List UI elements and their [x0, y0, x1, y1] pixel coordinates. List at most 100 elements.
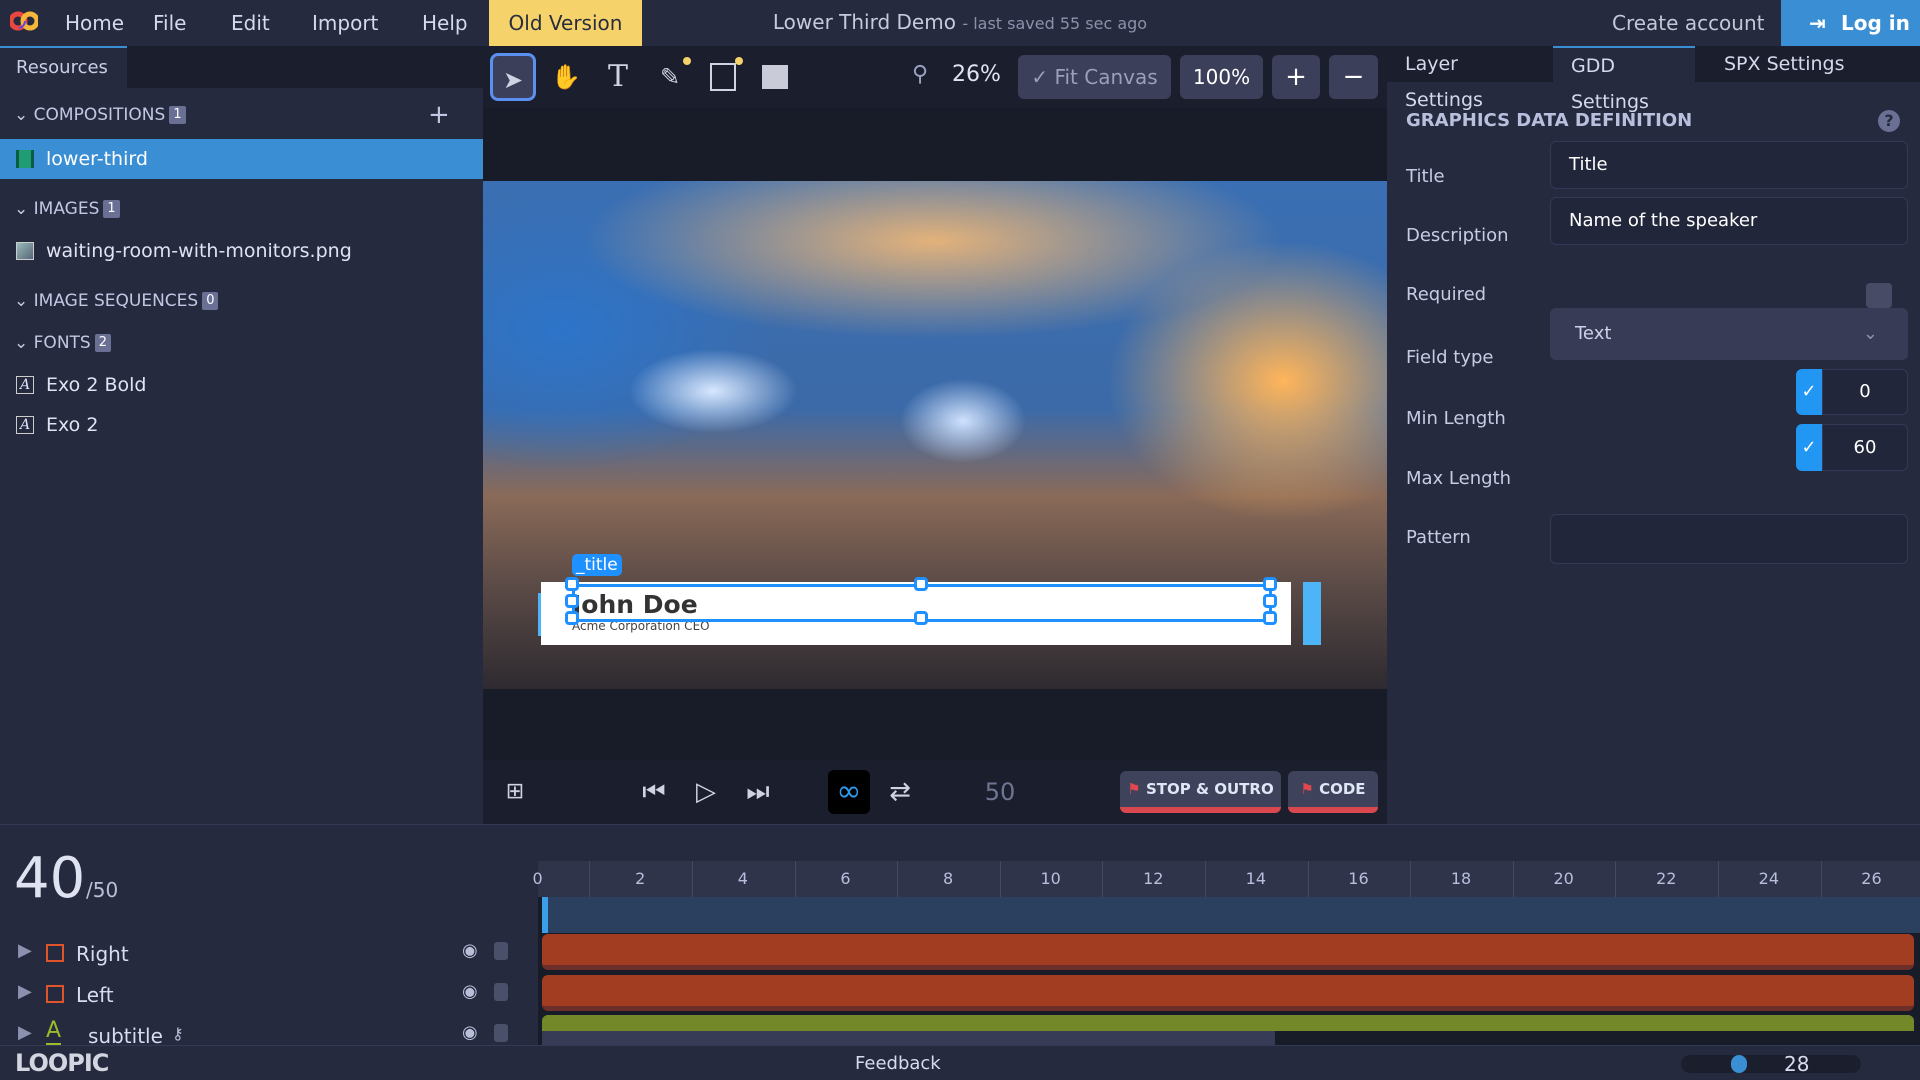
zoom-level: 26% — [952, 62, 1001, 87]
resize-handle[interactable] — [565, 594, 579, 608]
grid-icon[interactable]: ⊞ — [497, 770, 533, 814]
image-tool-icon[interactable] — [751, 53, 797, 101]
font-item[interactable]: A Exo 2 — [0, 405, 483, 445]
old-version-button[interactable]: Old Version — [489, 0, 642, 46]
timeline-zoom-slider[interactable] — [1681, 1055, 1861, 1073]
fit-canvas-button[interactable]: ✓ Fit Canvas — [1018, 55, 1171, 99]
track-bar-subtitle[interactable] — [542, 1015, 1914, 1031]
expand-caret-icon[interactable]: ▶ — [18, 981, 32, 1002]
layer-row[interactable]: ▶ Right ◉ — [0, 934, 530, 974]
right-bar[interactable] — [1303, 582, 1321, 645]
visibility-eye-icon[interactable]: ◉ — [462, 1022, 478, 1043]
repeat-icon[interactable]: ⇄ — [882, 770, 918, 814]
menu-import[interactable]: Import — [312, 0, 378, 46]
item-label: lower-third — [46, 148, 148, 170]
resize-handle[interactable] — [565, 611, 579, 625]
text-tool-icon[interactable]: T — [595, 53, 641, 101]
max-length-input[interactable]: 60 — [1822, 424, 1908, 471]
code-button[interactable]: ⚑ CODE — [1288, 771, 1378, 813]
play-icon[interactable]: ▷ — [688, 770, 724, 814]
track-bar-left[interactable] — [542, 975, 1914, 1011]
visibility-eye-icon[interactable]: ◉ — [462, 981, 478, 1002]
ruler-tick: 16 — [1348, 869, 1369, 888]
add-composition-button[interactable]: + — [428, 95, 450, 135]
pattern-input[interactable] — [1550, 514, 1908, 564]
lock-icon[interactable] — [494, 983, 508, 1001]
title-input[interactable]: Title — [1550, 141, 1908, 189]
zoom-in-button[interactable]: + — [1272, 55, 1320, 99]
menu-home[interactable]: Home — [65, 0, 124, 46]
lock-icon[interactable] — [494, 1024, 508, 1042]
zoom-out-button[interactable]: − — [1329, 55, 1378, 99]
text-layer-icon: A — [46, 1018, 62, 1045]
composition-item[interactable]: lower-third — [0, 139, 483, 179]
count-badge: 1 — [169, 106, 186, 124]
section-image-sequences[interactable]: ⌄ IMAGE SEQUENCES 0 — [0, 281, 483, 321]
menu-help[interactable]: Help — [422, 0, 468, 46]
hand-tool-icon[interactable]: ✋ — [543, 53, 589, 101]
title-label: Title — [1406, 166, 1445, 187]
required-checkbox[interactable] — [1866, 283, 1892, 308]
end-frame[interactable]: 50 — [975, 770, 1025, 814]
slider-thumb[interactable] — [1731, 1055, 1747, 1073]
rectangle-tool-icon[interactable] — [699, 53, 745, 101]
feedback-link[interactable]: Feedback — [855, 1053, 941, 1074]
playhead[interactable] — [542, 897, 548, 933]
font-item[interactable]: A Exo 2 Bold — [0, 365, 483, 405]
min-length-input[interactable]: 0 — [1822, 369, 1908, 415]
help-icon[interactable]: ? — [1878, 110, 1900, 132]
layer-row[interactable]: ▶ Left ◉ — [0, 975, 530, 1015]
timeline-ruler[interactable]: 0 2 4 6 8 10 12 14 16 18 20 22 24 26 — [533, 861, 1920, 897]
ruler-tick: 6 — [840, 869, 851, 888]
menu-edit[interactable]: Edit — [231, 0, 270, 46]
button-label: STOP & OUTRO — [1145, 780, 1274, 798]
min-length-checkbox[interactable]: ✓ — [1796, 369, 1822, 415]
chevron-down-icon: ⌄ — [14, 333, 34, 353]
ruler-tick: 20 — [1553, 869, 1574, 888]
work-area-track[interactable] — [542, 897, 1920, 933]
menu-file[interactable]: File — [153, 0, 186, 46]
track-bar-right[interactable] — [542, 934, 1914, 970]
timeline-scrollbar[interactable] — [542, 1031, 1275, 1045]
image-item[interactable]: waiting-room-with-monitors.png — [0, 231, 483, 271]
lock-icon[interactable] — [494, 942, 508, 960]
loop-infinite-icon[interactable]: ∞ — [828, 770, 870, 814]
tab-resources[interactable]: Resources — [0, 46, 127, 88]
resize-handle[interactable] — [565, 577, 579, 591]
select-tool-icon[interactable]: ➤ — [490, 53, 536, 101]
rectangle-layer-icon — [46, 944, 64, 962]
skip-start-icon[interactable]: ⏮ — [636, 770, 672, 814]
section-fonts[interactable]: ⌄ FONTS 2 — [0, 323, 483, 363]
section-label: IMAGE SEQUENCES — [33, 291, 199, 311]
stop-outro-button[interactable]: ⚑ STOP & OUTRO — [1120, 771, 1281, 813]
app-logo-icon[interactable] — [8, 10, 40, 32]
resize-handle[interactable] — [1263, 611, 1277, 625]
resize-handle[interactable] — [1263, 577, 1277, 591]
section-label: COMPOSITIONS — [33, 105, 166, 125]
flag-icon: ⚑ — [1127, 780, 1146, 798]
visibility-eye-icon[interactable]: ◉ — [462, 940, 478, 961]
expand-caret-icon[interactable]: ▶ — [18, 940, 32, 961]
max-length-checkbox[interactable]: ✓ — [1796, 424, 1822, 471]
skip-end-icon[interactable]: ⏭ — [740, 770, 776, 814]
resize-handle[interactable] — [1263, 594, 1277, 608]
tab-layer-settings[interactable]: Layer Settings — [1387, 46, 1553, 111]
zoom-100-button[interactable]: 100% — [1180, 55, 1263, 99]
field-type-select[interactable]: Text ⌄ — [1550, 308, 1908, 360]
expand-caret-icon[interactable]: ▶ — [18, 1022, 32, 1043]
description-input[interactable]: Name of the speaker — [1550, 197, 1908, 245]
count-badge: 2 — [94, 334, 111, 352]
ruler-tick: 8 — [942, 869, 954, 888]
check-icon: ✓ — [1031, 65, 1055, 89]
pen-tool-icon[interactable]: ✎ — [647, 53, 693, 101]
image-file-icon — [16, 242, 34, 260]
create-account-link[interactable]: Create account — [1612, 0, 1765, 46]
login-button[interactable]: ⇥ Log in — [1781, 0, 1920, 46]
font-icon: A — [16, 416, 34, 434]
tab-gdd-settings[interactable]: GDD Settings — [1553, 46, 1695, 113]
section-images[interactable]: ⌄ IMAGES 1 — [0, 189, 483, 229]
resize-handle[interactable] — [914, 577, 928, 591]
section-compositions[interactable]: ⌄ COMPOSITIONS 1 + — [0, 95, 483, 135]
tab-spx-settings[interactable]: SPX Settings — [1706, 46, 1863, 82]
resize-handle[interactable] — [914, 611, 928, 625]
